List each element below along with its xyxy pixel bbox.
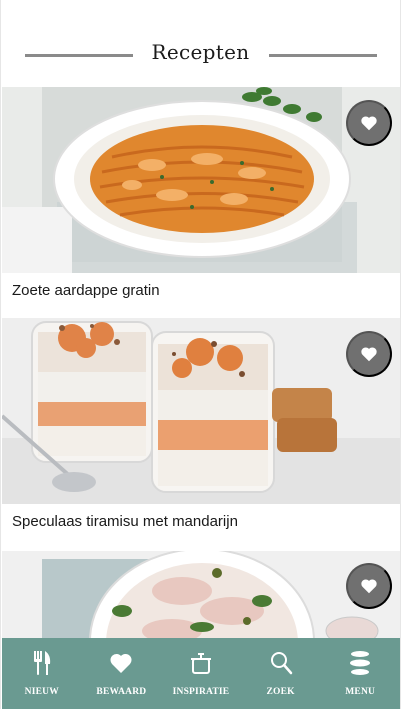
nav-item-inspiratie[interactable]: INSPIRATIE: [161, 638, 241, 709]
nav-item-nieuw[interactable]: NIEUW: [2, 638, 82, 709]
bottom-navigation: NIEUW BEWAARD INSPIRATIE ZOEK MENU: [2, 638, 400, 709]
heart-icon: [361, 579, 377, 594]
favorite-button[interactable]: [346, 563, 392, 609]
nav-item-menu[interactable]: MENU: [320, 638, 400, 709]
search-icon: [270, 652, 292, 675]
page-title: Recepten: [151, 40, 250, 64]
heart-icon: [361, 347, 377, 362]
recipe-title[interactable]: Speculaas tiramisu met mandarijn: [12, 513, 238, 530]
nav-label: ZOEK: [266, 687, 295, 697]
recipe-card[interactable]: Zoete aardappe gratin: [2, 87, 400, 307]
nav-label: INSPIRATIE: [172, 687, 230, 697]
tiramisu-photo: [2, 318, 400, 504]
nav-label: BEWAARD: [96, 687, 147, 697]
nav-item-bewaard[interactable]: BEWAARD: [82, 638, 162, 709]
nav-item-zoek[interactable]: ZOEK: [241, 638, 321, 709]
favorite-button[interactable]: [346, 331, 392, 377]
recipe-image[interactable]: [2, 87, 400, 273]
nav-label: NIEUW: [24, 687, 59, 697]
nav-label: MENU: [345, 687, 376, 697]
gratin-photo: [2, 87, 400, 273]
recipe-image[interactable]: [2, 551, 400, 651]
favorite-button[interactable]: [346, 100, 392, 146]
menu-icon: [350, 651, 371, 675]
header-rule-right: [269, 54, 377, 57]
heart-icon: [110, 653, 132, 673]
carpaccio-photo: [2, 551, 400, 651]
recipe-card[interactable]: Speculaas tiramisu met mandarijn: [2, 318, 400, 540]
app-screen: Recepten Zoete aardappe gratin Speculaas…: [0, 0, 401, 709]
pot-icon: [190, 653, 211, 674]
recipe-image[interactable]: [2, 318, 400, 504]
recipe-card[interactable]: [2, 551, 400, 651]
fork-knife-icon: [33, 651, 50, 675]
heart-icon: [361, 116, 377, 131]
recipe-title[interactable]: Zoete aardappe gratin: [12, 282, 160, 299]
section-header: Recepten: [1, 38, 400, 72]
